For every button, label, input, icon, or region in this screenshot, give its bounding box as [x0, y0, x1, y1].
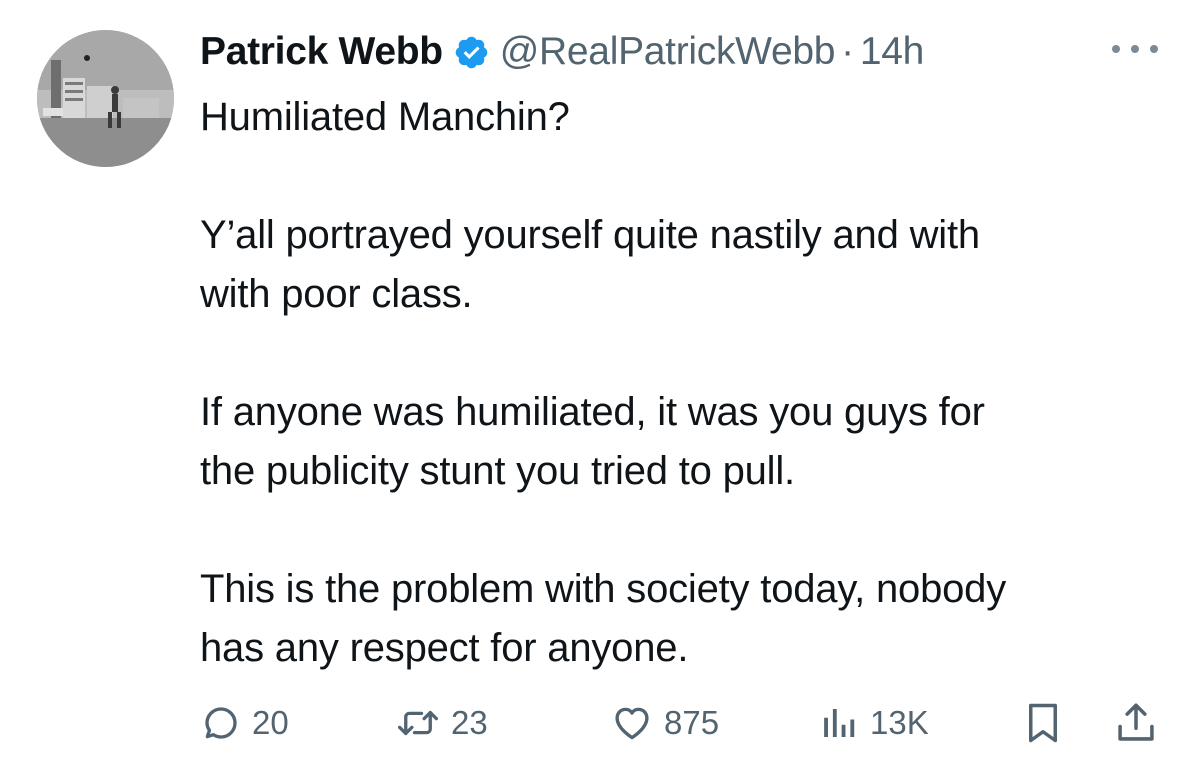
views-button[interactable]: 13K: [818, 698, 929, 748]
tweet-text: Humiliated Manchin? Y’all portrayed your…: [200, 88, 1160, 678]
views-count: 13K: [870, 704, 929, 741]
tweet-paragraph: This is the problem with society today, …: [200, 567, 1007, 670]
share-button[interactable]: [1114, 698, 1158, 748]
tweet-paragraph: Y’all portrayed yourself quite nastily a…: [200, 213, 980, 316]
heart-icon: [610, 702, 654, 744]
action-bar: 20 23 875 13K: [200, 698, 1160, 748]
tweet-paragraph: If anyone was humiliated, it was you guy…: [200, 390, 985, 493]
like-count: 875: [664, 704, 720, 741]
views-chart-icon: [818, 702, 860, 744]
avatar[interactable]: [37, 30, 174, 167]
author-name[interactable]: Patrick Webb: [200, 30, 443, 74]
more-options-icon[interactable]: [1112, 36, 1158, 62]
bookmark-icon: [1022, 700, 1064, 746]
timestamp[interactable]: 14h: [860, 30, 924, 74]
tweet-paragraph: Humiliated Manchin?: [200, 95, 570, 139]
reply-icon: [200, 702, 242, 744]
bookmark-button[interactable]: [1022, 698, 1064, 748]
author-handle[interactable]: @RealPatrickWebb: [500, 30, 836, 74]
tweet: Patrick Webb @RealPatrickWebb · 14h Humi…: [0, 0, 1200, 784]
avatar-photo: [37, 30, 174, 167]
reply-button[interactable]: 20: [200, 698, 289, 748]
retweet-icon: [395, 702, 441, 744]
verified-badge-icon: [453, 34, 490, 71]
retweet-count: 23: [451, 704, 488, 741]
reply-count: 20: [252, 704, 289, 741]
separator-dot: ·: [841, 30, 854, 73]
retweet-button[interactable]: 23: [395, 698, 488, 748]
share-icon: [1114, 700, 1158, 746]
tweet-header: Patrick Webb @RealPatrickWebb · 14h: [200, 26, 924, 78]
like-button[interactable]: 875: [610, 698, 719, 748]
